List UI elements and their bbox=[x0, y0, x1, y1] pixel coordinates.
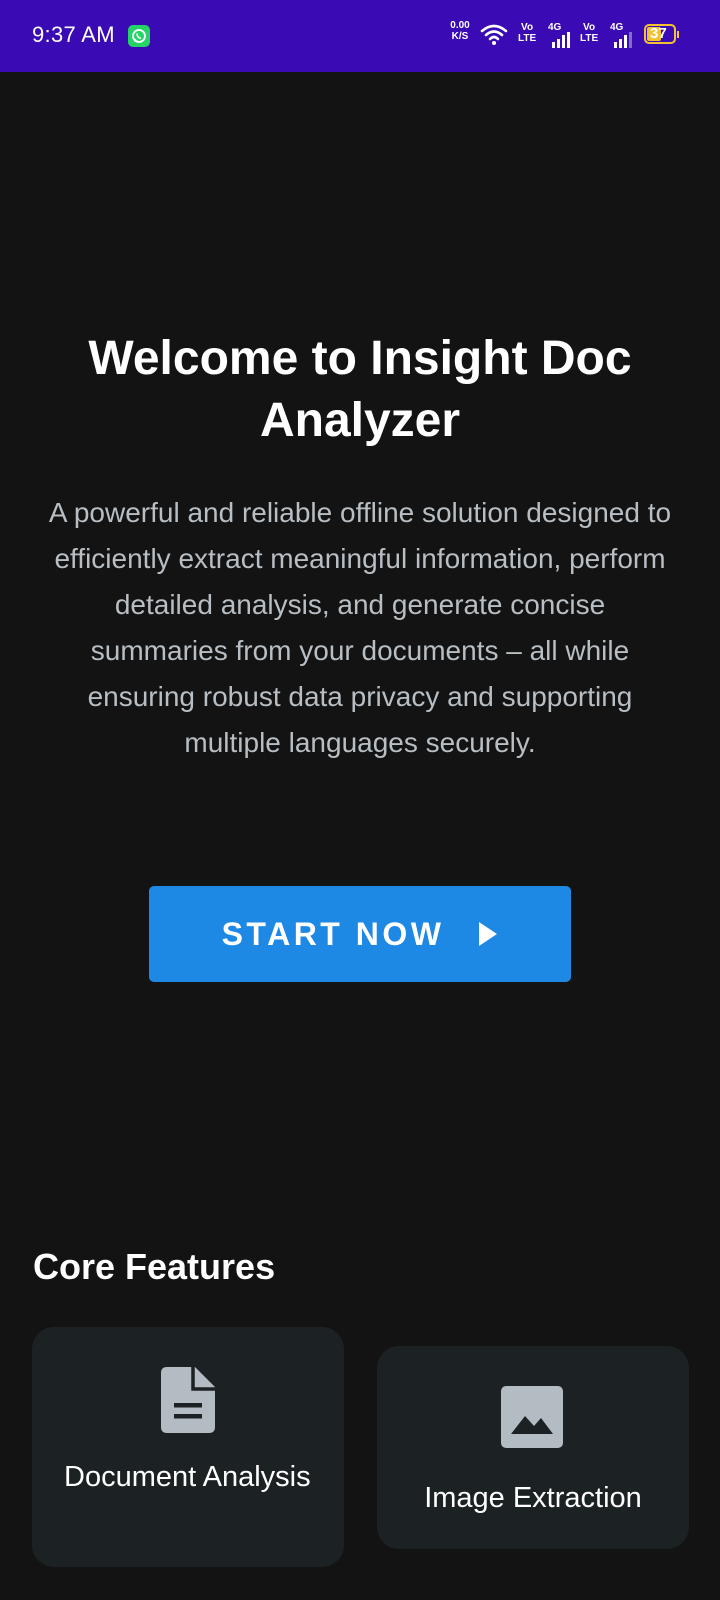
feature-card-document-analysis[interactable]: Document Analysis bbox=[32, 1327, 344, 1567]
sim2-volte-bottom: LTE bbox=[580, 33, 599, 44]
network-speed-value: 0.00 bbox=[450, 20, 470, 31]
sim1-volte: Vo LTE bbox=[518, 22, 536, 44]
status-bar: 9:37 AM 0.00 K/S Vo LTE 4G Vo LTE 4G 37 bbox=[0, 0, 720, 72]
network-speed: 0.00 K/S bbox=[444, 20, 476, 42]
sim1-volte-top: Vo bbox=[521, 22, 534, 33]
sim2-volte: Vo LTE bbox=[580, 22, 598, 44]
feature-label-image-extraction: Image Extraction bbox=[424, 1482, 642, 1514]
start-now-button[interactable]: START NOW bbox=[149, 886, 571, 982]
whatsapp-notification-icon bbox=[128, 25, 150, 47]
play-arrow-icon bbox=[479, 922, 498, 946]
wifi-icon bbox=[480, 24, 508, 45]
sim1-signal-icon bbox=[552, 32, 570, 48]
status-time: 9:37 AM bbox=[32, 22, 115, 47]
feature-label-document-analysis: Document Analysis bbox=[64, 1461, 311, 1493]
network-speed-unit: K/S bbox=[451, 31, 469, 42]
feature-card-image-extraction[interactable]: Image Extraction bbox=[377, 1346, 689, 1549]
battery-icon: 37 bbox=[644, 24, 682, 46]
sim2-volte-top: Vo bbox=[583, 22, 596, 33]
battery-level: 37 bbox=[650, 25, 667, 42]
image-icon bbox=[501, 1386, 563, 1448]
document-icon bbox=[161, 1367, 215, 1433]
hero-title: Welcome to Insight Doc Analyzer bbox=[88, 332, 632, 447]
start-now-label: START NOW bbox=[221, 915, 445, 952]
sim2-signal-icon bbox=[614, 32, 632, 48]
hero-description: A powerful and reliable offline solution… bbox=[48, 497, 672, 758]
sim1-volte-bottom: LTE bbox=[518, 33, 537, 44]
core-features-title: Core Features bbox=[33, 1246, 276, 1287]
